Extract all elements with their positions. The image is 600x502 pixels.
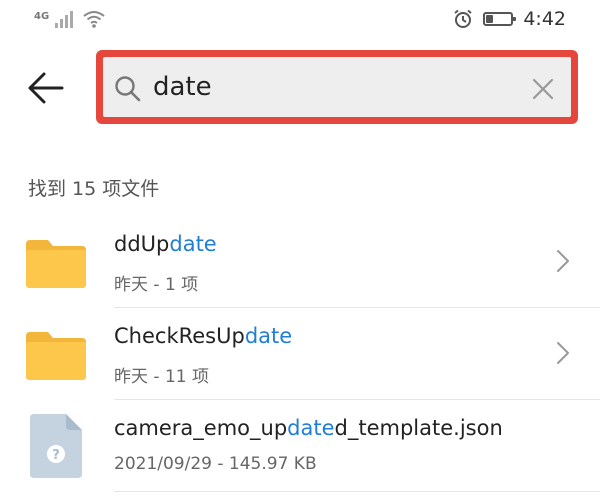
file-meta: 昨天 - 1 项 [114, 275, 199, 295]
folder-icon [26, 332, 86, 380]
file-meta: 昨天 - 11 项 [114, 367, 209, 387]
battery-icon [483, 12, 517, 26]
file-name-prefix: camera_emo_up [114, 416, 288, 440]
status-bar: 4G 4:42 [0, 0, 600, 40]
folder-icon [26, 240, 86, 288]
file-name: camera_emo_updated_template.json [114, 416, 503, 440]
svg-text:?: ? [52, 448, 60, 463]
search-input[interactable] [153, 67, 513, 107]
file-name-prefix: CheckResUp [114, 324, 245, 348]
file-name-match: date [287, 416, 335, 440]
file-name: ddUpdate [114, 232, 217, 256]
network-indicators: 4G [34, 10, 105, 28]
chevron-right-icon [557, 250, 569, 272]
search-highlight-frame [96, 50, 578, 124]
back-button[interactable] [24, 66, 68, 110]
clock-time: 4:42 [523, 8, 566, 30]
chevron-right-icon [557, 342, 569, 364]
list-item[interactable]: ? camera_emo_updated_template.json 2021/… [0, 400, 600, 492]
wifi-icon [83, 11, 105, 28]
search-icon [115, 76, 141, 102]
alarm-icon [454, 9, 472, 28]
file-meta: 2021/09/29 - 145.97 KB [114, 454, 317, 474]
battery-level [486, 15, 494, 23]
file-name-match: date [169, 232, 217, 256]
file-list: ddUpdate 昨天 - 1 项 CheckResUpdate 昨天 - 11… [0, 216, 600, 492]
divider [114, 491, 600, 492]
file-name-match: date [244, 324, 293, 348]
status-right: 4:42 [453, 8, 566, 30]
file-name-prefix: ddUp [114, 232, 170, 256]
back-arrow-icon [28, 72, 64, 104]
clear-icon[interactable] [531, 77, 555, 101]
list-item[interactable]: CheckResUpdate 昨天 - 11 项 [0, 308, 600, 400]
unknown-file-icon: ? [30, 414, 82, 478]
search-box[interactable] [103, 57, 571, 117]
network-type-label: 4G [34, 11, 50, 22]
list-item[interactable]: ddUpdate 昨天 - 1 项 [0, 216, 600, 308]
signal-icon [55, 10, 74, 28]
file-name: CheckResUpdate [114, 324, 292, 348]
result-count: 找到 15 项文件 [28, 178, 160, 200]
file-name-suffix: d_template.json [334, 416, 503, 440]
